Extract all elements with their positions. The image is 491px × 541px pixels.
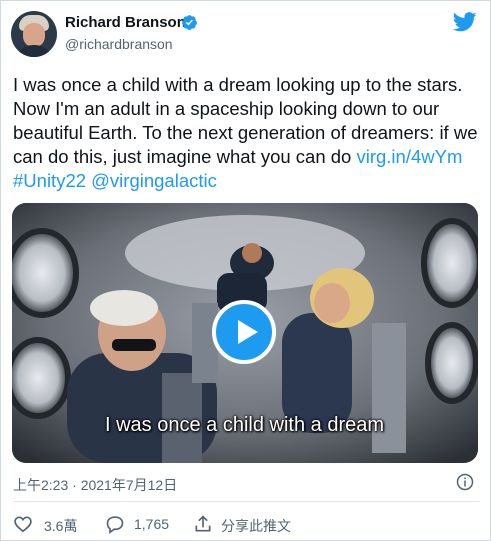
avatar[interactable] xyxy=(11,11,57,57)
reply-bubble-icon xyxy=(106,516,124,534)
tweet-text: I was once a child with a dream looking … xyxy=(13,73,483,193)
share-button[interactable]: 分享此推文 xyxy=(193,513,313,535)
like-button[interactable]: 3.6萬 xyxy=(13,513,83,535)
avatar-face xyxy=(23,23,45,47)
share-icon xyxy=(195,515,211,532)
tweet-timestamp[interactable]: 上午2:23 · 2021年7月12日 xyxy=(13,475,177,495)
share-label: 分享此推文 xyxy=(221,518,291,534)
tweet-link[interactable]: virg.in/4wYm xyxy=(356,146,462,167)
tweet-mention[interactable]: @virgingalactic xyxy=(91,170,217,191)
twitter-bird-icon[interactable] xyxy=(453,12,477,32)
info-icon[interactable] xyxy=(456,473,474,491)
reply-count: 1,765 xyxy=(134,516,170,532)
author-name[interactable]: Richard Branson xyxy=(65,14,186,31)
reply-button[interactable]: 1,765 xyxy=(105,513,185,535)
like-count: 3.6萬 xyxy=(44,518,78,534)
tweet-hashtag[interactable]: #Unity22 xyxy=(13,170,86,191)
tweet-card[interactable]: Richard Branson @richardbranson I was on… xyxy=(0,0,491,541)
video-caption-text: I was once a child with a dream xyxy=(104,414,385,436)
author-handle[interactable]: @richardbranson xyxy=(65,36,173,52)
play-button[interactable] xyxy=(212,300,276,364)
divider xyxy=(13,501,480,502)
video-caption: I was once a child with a dream xyxy=(1,414,491,437)
avatar-body xyxy=(15,45,53,57)
play-icon xyxy=(238,320,258,344)
verified-badge-icon xyxy=(182,15,197,30)
heart-icon xyxy=(14,516,32,533)
